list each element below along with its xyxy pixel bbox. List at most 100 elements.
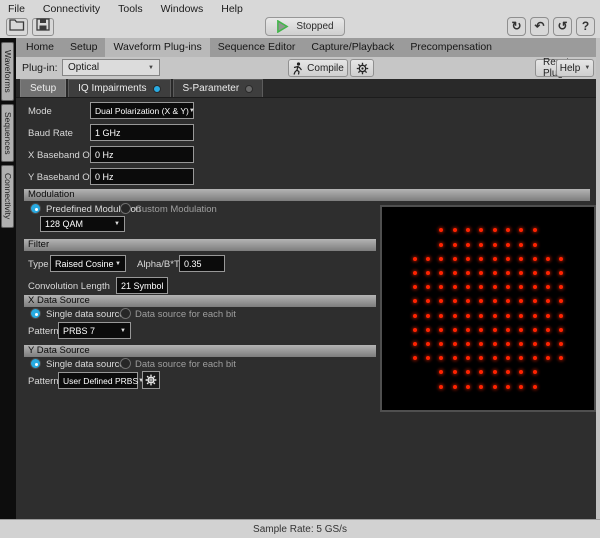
filter-type-select[interactable]: Raised Cosine ▼ [50,255,126,272]
tab-plugin-setup[interactable]: Setup [20,79,66,97]
constellation-point [426,328,430,332]
constellation-point [426,299,430,303]
sidebar-item-waveforms[interactable]: Waveforms [1,42,14,101]
baud-rate-value: 1 GHz [95,128,121,138]
constellation-point [493,228,497,232]
constellation-point [506,243,510,247]
constellation-point [493,299,497,303]
x-data-source-each-bit-radio[interactable] [120,308,131,319]
constellation-point [439,370,443,374]
constellation-point [439,385,443,389]
constellation-point [506,285,510,289]
x-pattern-select[interactable]: PRBS 7 ▼ [58,322,131,339]
menu-file[interactable]: File [8,3,25,15]
gear-arrows-icon [356,62,369,75]
constellation-point [493,257,497,261]
tab-capture-playback[interactable]: Capture/Playback [303,38,402,57]
chevron-down-icon: ▼ [115,261,121,267]
y-pattern-settings-button[interactable] [142,371,160,389]
menu-connectivity[interactable]: Connectivity [43,3,100,15]
constellation-point [506,314,510,318]
save-file-button[interactable] [32,18,54,36]
sidebar-item-sequences[interactable]: Sequences [1,104,14,163]
y-pattern-select[interactable]: User Defined PRBS ▼ [58,372,138,389]
constellation-point [453,285,457,289]
constellation-point [519,257,523,261]
alpha-bt-label: Alpha/B*T [137,259,180,270]
open-file-button[interactable] [6,18,28,36]
constellation-point [546,299,550,303]
constellation-point [546,314,550,318]
constellation-point [559,285,563,289]
constellation-point [413,328,417,332]
toolbar: Stopped ↻ ↶ ↺ ? [0,17,600,38]
constellation-point [559,328,563,332]
menu-tools[interactable]: Tools [118,3,143,15]
constellation-point [559,314,563,318]
x-single-data-source-radio[interactable] [30,308,41,319]
constellation-point [426,271,430,275]
run-state-button[interactable]: Stopped [265,17,345,36]
constellation-point [479,356,483,360]
constellation-point [559,356,563,360]
constellation-point [506,328,510,332]
plugin-label: Plug-in: [22,62,58,74]
plugin-select[interactable]: Optical ▼ [62,59,160,76]
constellation-point [533,342,537,346]
y-data-source-each-bit-radio[interactable] [120,358,131,369]
predefined-modulation-radio[interactable] [30,203,41,214]
baud-rate-label: Baud Rate [28,128,73,139]
modulation-scheme-select[interactable]: 128 QAM ▼ [40,216,125,232]
tab-sequence-editor[interactable]: Sequence Editor [210,38,304,57]
constellation-point [519,328,523,332]
menu-help[interactable]: Help [221,3,243,15]
compile-settings-button[interactable] [350,59,374,77]
custom-modulation-radio[interactable] [120,203,131,214]
mode-select[interactable]: Dual Polarization (X & Y) ▼ [90,102,194,119]
menu-bar: File Connectivity Tools Windows Help [0,0,600,17]
refresh-icon[interactable]: ↺ [553,17,572,36]
constellation-point [479,257,483,261]
undo-icon[interactable]: ↶ [530,17,549,36]
baud-rate-input[interactable]: 1 GHz [90,124,194,141]
constellation-point [413,314,417,318]
constellation-point [466,314,470,318]
compile-button[interactable]: Compile [288,59,348,77]
tab-iq-impairments[interactable]: IQ Impairments [68,79,170,97]
constellation-point [439,271,443,275]
help-button[interactable]: Help ▼ [556,59,594,77]
constellation-point [466,356,470,360]
alpha-bt-input[interactable]: 0.35 [179,255,225,272]
restore-session-icon[interactable]: ↻ [507,17,526,36]
constellation-panel [380,205,596,412]
x-baseband-offset-input[interactable]: 0 Hz [90,146,194,163]
tab-setup[interactable]: Setup [62,38,105,57]
constellation-plot [382,207,594,410]
tab-s-parameter[interactable]: S-Parameter [173,79,264,97]
y-single-data-source-radio[interactable] [30,358,41,369]
sidebar-item-connectivity[interactable]: Connectivity [1,165,14,227]
constellation-point [413,342,417,346]
help-icon[interactable]: ? [576,17,595,36]
tab-precompensation[interactable]: Precompensation [402,38,500,57]
constellation-point [519,285,523,289]
constellation-point [479,342,483,346]
menu-windows[interactable]: Windows [161,3,204,15]
chevron-down-icon: ▼ [114,221,120,227]
x-single-data-source-label: Single data source [46,309,125,320]
constellation-point [519,243,523,247]
constellation-point [439,243,443,247]
tab-waveform-plugins[interactable]: Waveform Plug-ins [105,38,209,57]
floppy-save-icon [36,18,50,36]
constellation-point [506,356,510,360]
constellation-point [519,370,523,374]
constellation-point [493,271,497,275]
constellation-point [546,285,550,289]
constellation-point [519,385,523,389]
chevron-down-icon: ▼ [584,65,590,71]
tab-home[interactable]: Home [18,38,62,57]
constellation-point [533,299,537,303]
constellation-point [466,271,470,275]
convolution-length-input[interactable]: 21 Symbol [116,277,168,294]
y-baseband-offset-input[interactable]: 0 Hz [90,168,194,185]
